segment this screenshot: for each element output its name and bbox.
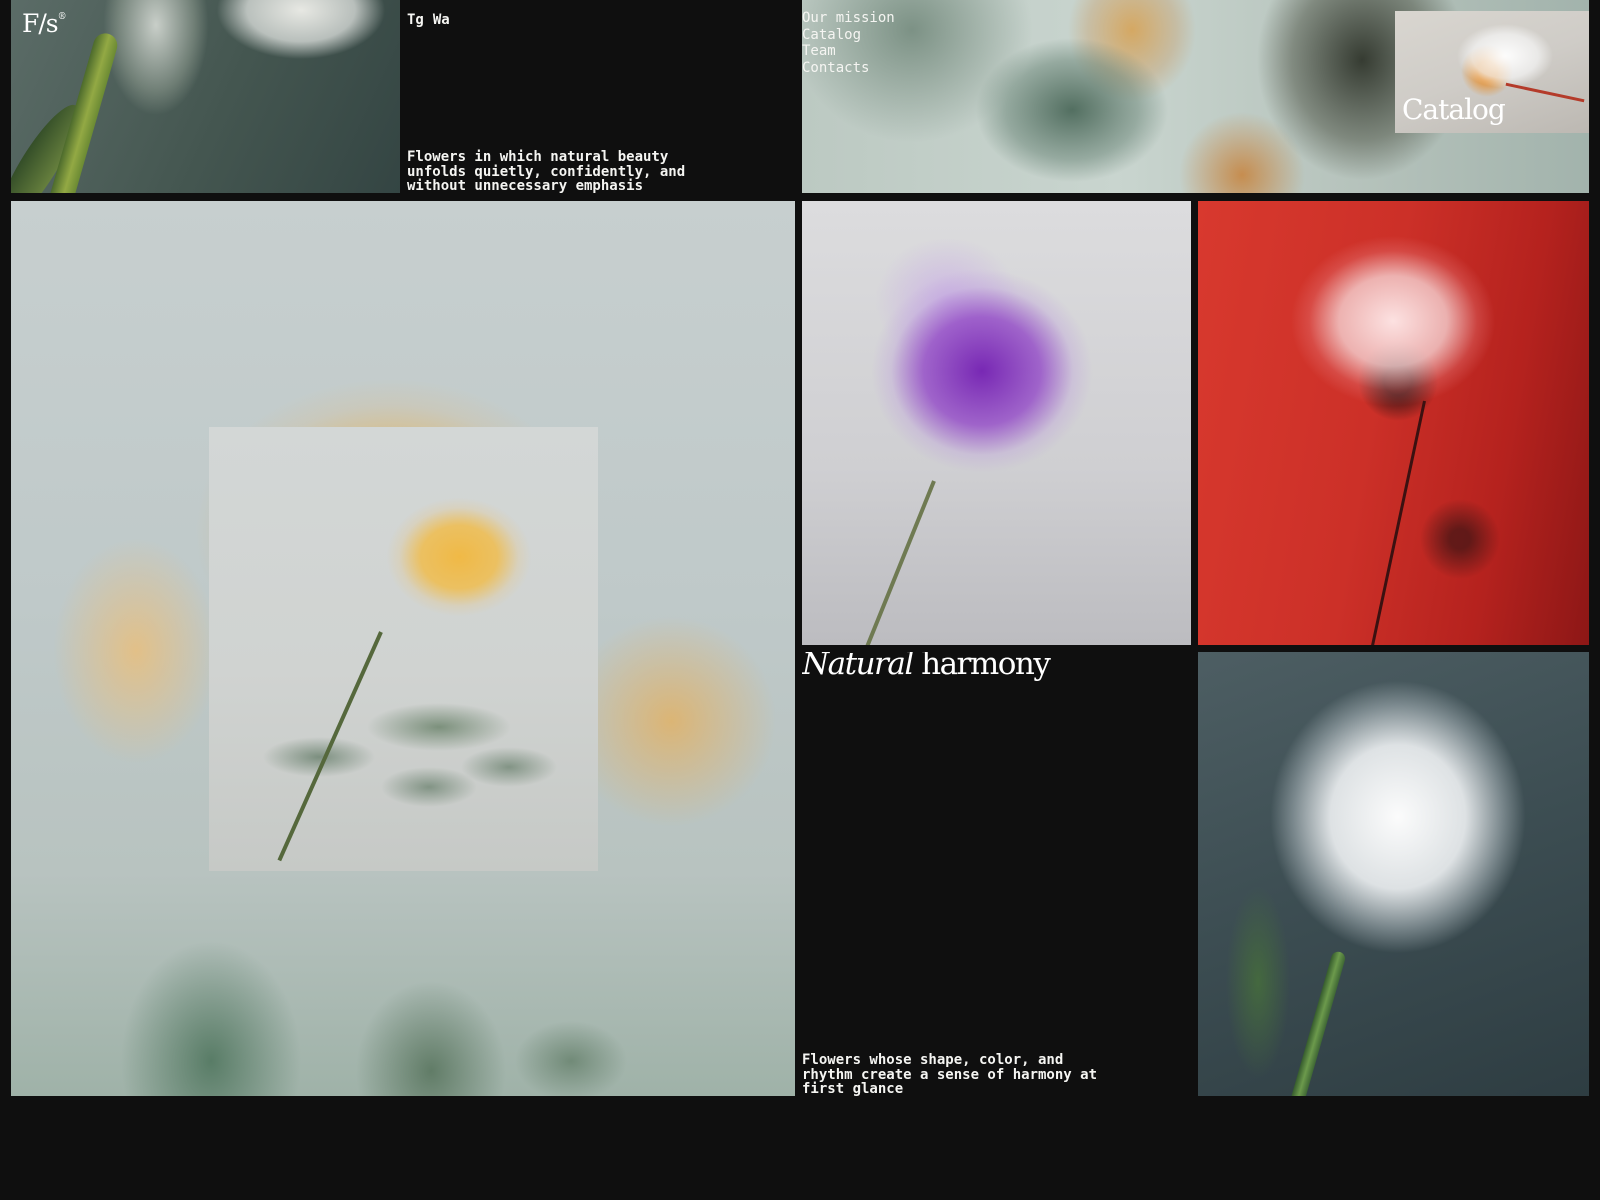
social-link-whatsapp[interactable]: Wa bbox=[433, 12, 450, 28]
tulip-stem bbox=[1283, 950, 1347, 1096]
purple-anemone-panel bbox=[802, 201, 1191, 645]
red-flower-panel bbox=[1198, 201, 1589, 645]
blossom-stem bbox=[1505, 82, 1585, 103]
nav-item-catalog[interactable]: Catalog bbox=[802, 27, 895, 44]
harmony-heading-regular: harmony bbox=[921, 652, 1051, 682]
harmony-panel: Natural harmony Flowers whose shape, col… bbox=[802, 652, 1191, 1096]
anemone-stem bbox=[857, 480, 936, 645]
white-tulip-panel bbox=[1198, 652, 1589, 1096]
nav-item-contacts[interactable]: Contacts bbox=[802, 60, 895, 77]
rose-stem bbox=[277, 631, 383, 862]
purple-anemone-image bbox=[802, 201, 1191, 645]
white-tulip-image bbox=[1198, 652, 1589, 1096]
registered-mark: ® bbox=[57, 12, 67, 22]
brand-logo-text: F/s bbox=[22, 9, 59, 38]
yellow-rose-inset-image bbox=[209, 427, 598, 871]
harmony-heading-italic: Natural bbox=[802, 652, 914, 682]
lily-photo-panel: F/s® bbox=[11, 0, 400, 193]
catalog-card[interactable]: Catalog bbox=[1395, 11, 1589, 133]
social-link-telegram[interactable]: Tg bbox=[407, 12, 424, 28]
social-links: Tg Wa bbox=[407, 12, 450, 28]
nav-photo-panel: Our mission Catalog Team Contacts Catalo… bbox=[802, 0, 1589, 193]
harmony-heading: Natural harmony bbox=[802, 652, 1051, 682]
yellow-rose-panel bbox=[11, 201, 795, 1096]
intro-panel: Tg Wa Flowers in which natural beauty un… bbox=[400, 0, 800, 193]
white-flower-on-red-image bbox=[1198, 201, 1589, 645]
nav-item-team[interactable]: Team bbox=[802, 43, 895, 60]
brand-logo[interactable]: F/s® bbox=[22, 9, 67, 38]
catalog-card-label: Catalog bbox=[1402, 93, 1506, 126]
nav-item-our-mission[interactable]: Our mission bbox=[802, 10, 895, 27]
harmony-description: Flowers whose shape, color, and rhythm c… bbox=[802, 1052, 1098, 1096]
hero-tagline: Flowers in which natural beauty unfolds … bbox=[407, 149, 686, 193]
calla-lily-image bbox=[11, 0, 400, 193]
main-nav: Our mission Catalog Team Contacts bbox=[802, 10, 895, 76]
red-flower-stem bbox=[1368, 400, 1426, 645]
